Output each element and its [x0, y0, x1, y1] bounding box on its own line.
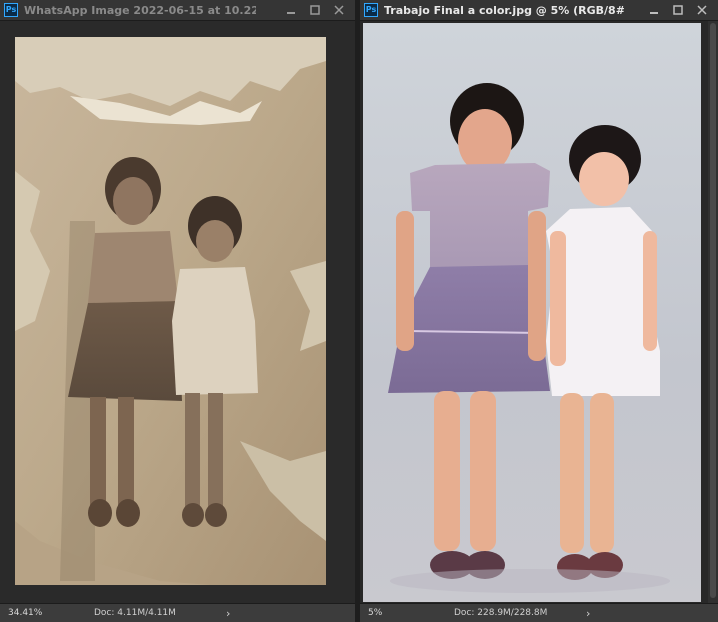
chevron-right-icon[interactable]: › [586, 607, 590, 620]
close-icon[interactable] [327, 0, 351, 20]
canvas-area[interactable] [0, 21, 355, 604]
colorized-photo [363, 23, 701, 602]
document-size-info: Doc: 4.11M/4.11M [94, 608, 176, 618]
maximize-icon[interactable] [666, 0, 690, 20]
document-tab-original[interactable]: Ps WhatsApp Image 2022-06-15 at 10.22.36… [0, 0, 355, 21]
canvas-area[interactable] [360, 21, 718, 604]
document-size-info: Doc: 228.9M/228.8M [454, 608, 548, 618]
document-title: Trabajo Final a color.jpg @ 5% (RGB/8#) [384, 3, 624, 17]
document-title: WhatsApp Image 2022-06-15 at 10.22.36... [24, 3, 256, 17]
photoshop-badge-icon: Ps [4, 3, 18, 17]
close-icon[interactable] [690, 0, 714, 20]
zoom-level-field[interactable]: 34.41% [6, 606, 46, 620]
status-bar: 5% Doc: 228.9M/228.8M › [360, 603, 718, 622]
scrollbar-thumb[interactable] [710, 23, 716, 598]
status-bar: 34.41% Doc: 4.11M/4.11M › [0, 603, 355, 622]
document-window-original: Ps WhatsApp Image 2022-06-15 at 10.22.36… [0, 0, 355, 622]
chevron-right-icon[interactable]: › [226, 607, 230, 620]
document-window-colorized: Ps Trabajo Final a color.jpg @ 5% (RGB/8… [360, 0, 718, 622]
photoshop-badge-icon: Ps [364, 3, 378, 17]
document-tab-colorized[interactable]: Ps Trabajo Final a color.jpg @ 5% (RGB/8… [360, 0, 718, 21]
vertical-scrollbar[interactable] [708, 21, 718, 604]
maximize-icon[interactable] [303, 0, 327, 20]
minimize-icon[interactable] [642, 0, 666, 20]
zoom-level-field[interactable]: 5% [366, 606, 406, 620]
minimize-icon[interactable] [279, 0, 303, 20]
original-photo [15, 37, 326, 585]
